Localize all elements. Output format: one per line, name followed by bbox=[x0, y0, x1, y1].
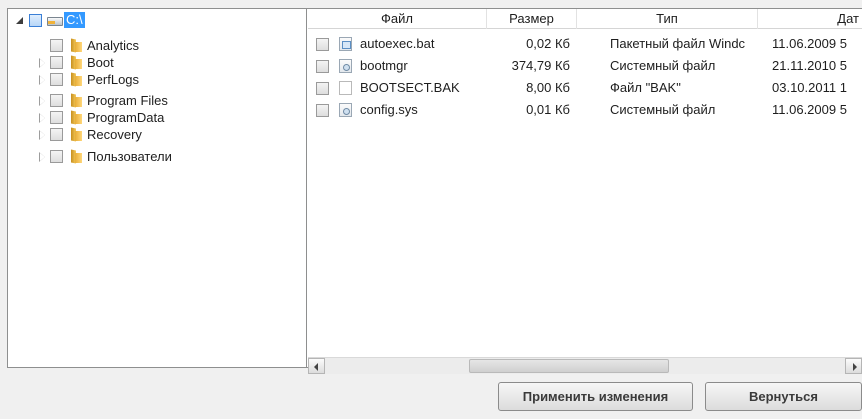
column-header-name[interactable]: Файл bbox=[308, 9, 487, 29]
scrollbar-thumb[interactable] bbox=[469, 359, 669, 373]
file-checkbox[interactable] bbox=[316, 38, 329, 51]
file-date: 11.06.2009 5 bbox=[772, 36, 847, 51]
folder-checkbox[interactable] bbox=[50, 93, 63, 107]
folder-icon bbox=[69, 38, 83, 53]
file-checkbox[interactable] bbox=[316, 82, 329, 95]
file-list-header: Файл Размер Тип Дат bbox=[308, 9, 862, 29]
tree-item[interactable]: PerfLogs bbox=[38, 70, 139, 88]
file-row[interactable]: config.sys 0,01 Кб Системный файл 11.06.… bbox=[308, 99, 862, 121]
scroll-right-icon[interactable] bbox=[845, 358, 862, 374]
system-file-icon bbox=[339, 59, 352, 73]
file-row[interactable]: autoexec.bat 0,02 Кб Пакетный файл Windc… bbox=[308, 33, 862, 55]
tree-item-label[interactable]: Пользователи bbox=[87, 149, 172, 164]
folder-checkbox[interactable] bbox=[50, 127, 63, 141]
file-name[interactable]: autoexec.bat bbox=[360, 33, 485, 55]
apply-changes-button[interactable]: Применить изменения bbox=[498, 382, 693, 411]
tree-item[interactable]: ProgramData bbox=[38, 108, 164, 126]
system-file-icon bbox=[339, 103, 352, 117]
file-type: Пакетный файл Windc bbox=[610, 36, 746, 51]
column-header-size[interactable]: Размер bbox=[487, 9, 577, 29]
document-icon bbox=[339, 81, 352, 95]
file-list[interactable]: Файл Размер Тип Дат autoexec.bat 0,02 Кб… bbox=[308, 9, 862, 367]
folder-checkbox[interactable] bbox=[50, 72, 63, 86]
tree-item[interactable]: Recovery bbox=[38, 125, 142, 143]
folder-checkbox[interactable] bbox=[50, 55, 63, 69]
file-name[interactable]: bootmgr bbox=[360, 55, 485, 77]
folder-icon bbox=[69, 127, 83, 142]
back-button[interactable]: Вернуться bbox=[705, 382, 862, 411]
file-type: Системный файл bbox=[610, 102, 716, 117]
horizontal-scrollbar[interactable] bbox=[308, 357, 862, 374]
file-size: 0,01 Кб bbox=[526, 102, 570, 117]
folder-tree[interactable]: C:\ Analytics Boot PerfLogs Program File… bbox=[8, 9, 307, 367]
tree-item[interactable]: Analytics bbox=[50, 36, 139, 54]
batch-file-icon bbox=[339, 37, 352, 51]
folder-icon bbox=[69, 72, 83, 87]
file-date: 11.06.2009 5 bbox=[772, 102, 847, 117]
file-checkbox[interactable] bbox=[316, 60, 329, 73]
column-header-date[interactable]: Дат bbox=[758, 9, 862, 29]
collapse-icon[interactable] bbox=[15, 16, 24, 25]
file-size: 0,02 Кб bbox=[526, 36, 570, 51]
tree-item-label[interactable]: Recovery bbox=[87, 127, 142, 142]
file-row[interactable]: BOOTSECT.BAK 8,00 Кб Файл "BAK" 03.10.20… bbox=[308, 77, 862, 99]
file-date: 21.11.2010 5 bbox=[772, 58, 847, 73]
column-header-type[interactable]: Тип bbox=[577, 9, 758, 29]
folder-checkbox[interactable] bbox=[50, 38, 63, 52]
expand-icon[interactable] bbox=[38, 151, 47, 162]
file-browser-panel: C:\ Analytics Boot PerfLogs Program File… bbox=[7, 8, 862, 374]
folder-icon bbox=[69, 55, 83, 70]
expand-icon[interactable] bbox=[38, 95, 47, 106]
folder-icon bbox=[69, 110, 83, 125]
file-row[interactable]: bootmgr 374,79 Кб Системный файл 21.11.2… bbox=[308, 55, 862, 77]
file-type: Системный файл bbox=[610, 58, 716, 73]
tree-item-label[interactable]: Program Files bbox=[87, 93, 168, 108]
tree-item[interactable]: Program Files bbox=[38, 91, 168, 109]
tree-item-label[interactable]: ProgramData bbox=[87, 110, 164, 125]
file-name[interactable]: config.sys bbox=[360, 99, 485, 121]
folder-checkbox[interactable] bbox=[50, 149, 63, 163]
tree-root-label[interactable]: C:\ bbox=[64, 12, 85, 28]
tree-item[interactable]: Boot bbox=[38, 53, 114, 71]
tree-root-drive[interactable]: C:\ bbox=[15, 11, 85, 29]
tree-item-label[interactable]: PerfLogs bbox=[87, 72, 139, 87]
scroll-left-icon[interactable] bbox=[308, 358, 325, 374]
file-date: 03.10.2011 1 bbox=[772, 80, 847, 95]
folder-icon bbox=[69, 93, 83, 108]
tree-item[interactable]: Пользователи bbox=[38, 147, 172, 165]
file-type: Файл "BAK" bbox=[610, 80, 681, 95]
expand-icon[interactable] bbox=[38, 129, 47, 140]
file-name[interactable]: BOOTSECT.BAK bbox=[360, 77, 485, 99]
expand-icon[interactable] bbox=[38, 57, 47, 68]
expand-icon[interactable] bbox=[38, 112, 47, 123]
folder-icon bbox=[69, 149, 83, 164]
tree-item-label[interactable]: Analytics bbox=[87, 38, 139, 53]
folder-checkbox[interactable] bbox=[50, 110, 63, 124]
file-size: 374,79 Кб bbox=[511, 58, 570, 73]
expand-icon[interactable] bbox=[38, 74, 47, 85]
root-checkbox[interactable] bbox=[29, 13, 42, 27]
file-checkbox[interactable] bbox=[316, 104, 329, 117]
drive-icon bbox=[47, 14, 63, 26]
tree-item-label[interactable]: Boot bbox=[87, 55, 114, 70]
file-size: 8,00 Кб bbox=[526, 80, 570, 95]
